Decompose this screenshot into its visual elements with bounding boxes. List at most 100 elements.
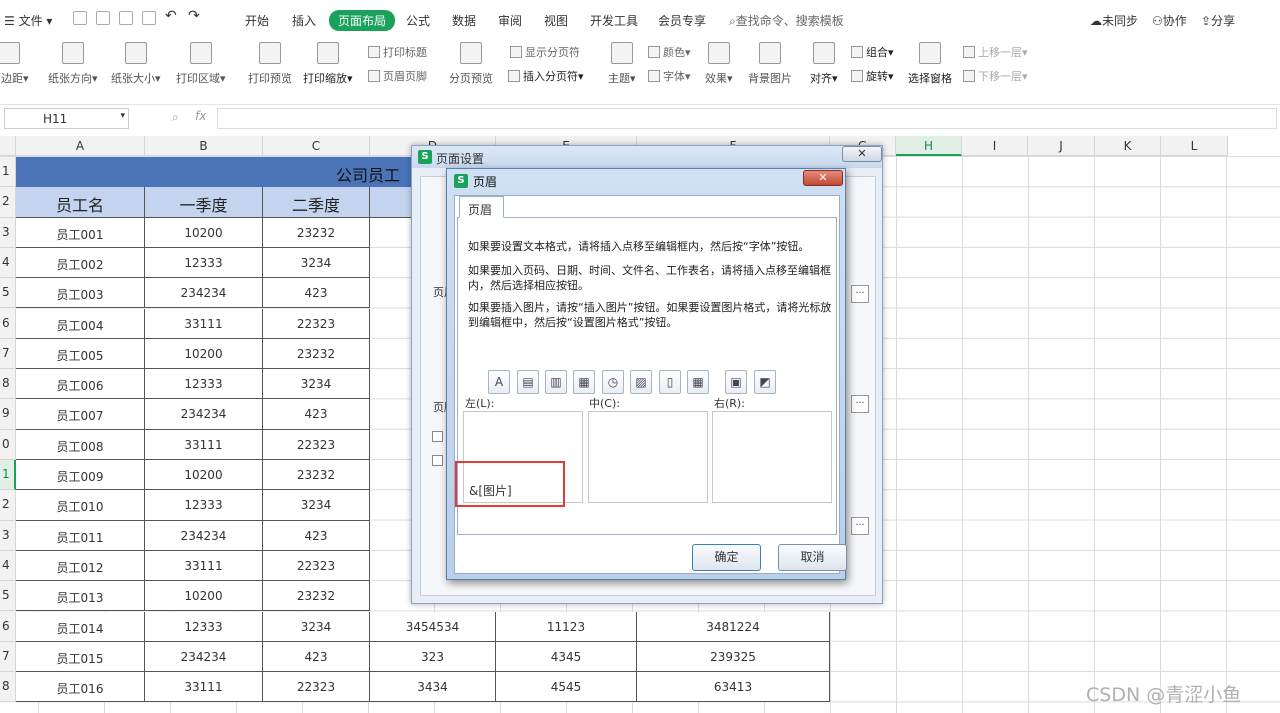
data-cell[interactable]: 423: [263, 520, 370, 551]
data-cell[interactable]: 423: [263, 278, 370, 309]
data-cell[interactable]: 11123: [496, 611, 637, 642]
row-header[interactable]: 4: [0, 247, 16, 279]
corner-cell[interactable]: [0, 136, 16, 156]
data-cell[interactable]: 员工011: [16, 520, 145, 551]
fx-icon[interactable]: fx: [195, 109, 206, 123]
row-header[interactable]: 9: [0, 399, 16, 430]
column-header[interactable]: L: [1161, 136, 1228, 156]
data-cell[interactable]: 10200: [145, 338, 263, 370]
font-button[interactable]: 字体▾: [648, 68, 691, 84]
data-cell[interactable]: 423: [263, 399, 370, 430]
column-header[interactable]: H: [896, 136, 962, 156]
name-box[interactable]: H11 ▾: [4, 108, 129, 129]
data-cell[interactable]: 员工010: [16, 490, 145, 521]
show-page-break-checkbox[interactable]: 显示分页符: [510, 44, 580, 60]
tab-developer[interactable]: 开发工具: [590, 12, 638, 29]
theme-button[interactable]: 主题▾: [608, 42, 636, 86]
insert-page-count-button[interactable]: ▥: [545, 370, 567, 394]
print-area-button[interactable]: 打印区域▾: [176, 42, 226, 86]
header-footer-button[interactable]: 页眉页脚: [368, 68, 427, 84]
row-header[interactable]: 1: [0, 460, 16, 491]
formula-input[interactable]: [217, 108, 1277, 129]
data-cell[interactable]: 33111: [145, 550, 263, 582]
data-cell[interactable]: 员工004: [16, 308, 145, 339]
data-cell[interactable]: 22323: [263, 672, 370, 703]
send-backward-button[interactable]: 下移一层▾: [963, 68, 1028, 84]
data-cell[interactable]: 22323: [263, 308, 370, 339]
data-cell[interactable]: 33111: [145, 672, 263, 703]
header-cell[interactable]: 一季度: [145, 187, 263, 218]
data-cell[interactable]: 3454534: [370, 611, 496, 642]
data-cell[interactable]: 10200: [145, 581, 263, 612]
data-cell[interactable]: 323: [370, 641, 496, 673]
data-cell[interactable]: 3234: [263, 369, 370, 400]
data-cell[interactable]: 423: [263, 641, 370, 673]
data-cell[interactable]: 员工015: [16, 641, 145, 673]
row-header[interactable]: 2: [0, 187, 16, 218]
data-cell[interactable]: 员工005: [16, 338, 145, 370]
orientation-button[interactable]: 纸张方向▾: [48, 42, 98, 86]
search-command[interactable]: ⌕查找命令、搜索模板: [729, 12, 844, 29]
header-dropdown[interactable]: …: [851, 285, 869, 303]
row-header[interactable]: 7: [0, 641, 16, 673]
tab-data[interactable]: 数据: [452, 12, 476, 29]
row-header[interactable]: 3: [0, 520, 16, 551]
data-cell[interactable]: 3234: [263, 247, 370, 279]
data-cell[interactable]: 23232: [263, 581, 370, 612]
header-cell[interactable]: 员工名: [16, 187, 145, 218]
data-cell[interactable]: 3481224: [637, 611, 830, 642]
export-icon[interactable]: [96, 11, 110, 25]
data-cell[interactable]: 234234: [145, 520, 263, 551]
row-header[interactable]: 7: [0, 338, 16, 370]
share-button[interactable]: ⇪分享: [1201, 12, 1235, 29]
data-cell[interactable]: 员工009: [16, 460, 145, 491]
column-header[interactable]: I: [962, 136, 1028, 156]
rotate-button[interactable]: 旋转▾: [851, 68, 894, 84]
font-format-button[interactable]: A: [488, 370, 510, 394]
data-cell[interactable]: 4545: [496, 672, 637, 703]
row-header[interactable]: 0: [0, 429, 16, 460]
tab-home[interactable]: 开始: [245, 12, 269, 29]
background-image-button[interactable]: 背景图片: [748, 42, 792, 86]
data-cell[interactable]: 员工006: [16, 369, 145, 400]
insert-time-button[interactable]: ◷: [602, 370, 624, 394]
data-cell[interactable]: 23232: [263, 338, 370, 370]
custom-button[interactable]: …: [851, 517, 869, 535]
save-icon[interactable]: [73, 11, 87, 25]
insert-path-button[interactable]: ▨: [630, 370, 652, 394]
effects-button[interactable]: 效果▾: [705, 42, 733, 86]
row-header[interactable]: 8: [0, 672, 16, 703]
row-header[interactable]: 6: [0, 308, 16, 339]
preview-icon[interactable]: [142, 11, 156, 25]
undo-icon[interactable]: ↶: [165, 8, 177, 24]
ok-button[interactable]: 确定: [692, 544, 761, 571]
row-header[interactable]: 8: [0, 369, 16, 400]
column-header[interactable]: C: [263, 136, 370, 156]
data-cell[interactable]: 12333: [145, 369, 263, 400]
align-button[interactable]: 对齐▾: [810, 42, 838, 86]
sync-status[interactable]: ☁未同步: [1090, 12, 1138, 29]
group-button[interactable]: 组合▾: [851, 44, 894, 60]
tab-member[interactable]: 会员专享: [658, 12, 706, 29]
data-cell[interactable]: 23232: [263, 217, 370, 248]
tab-formula[interactable]: 公式: [406, 12, 430, 29]
page-break-preview-button[interactable]: 分页预览: [449, 42, 493, 86]
zoom-icon[interactable]: ⌕: [172, 110, 179, 125]
data-cell[interactable]: 员工003: [16, 278, 145, 309]
print-titles-button[interactable]: 打印标题: [368, 44, 427, 60]
tab-insert[interactable]: 插入: [292, 12, 316, 29]
data-cell[interactable]: 员工016: [16, 672, 145, 703]
insert-date-button[interactable]: ▦: [573, 370, 595, 394]
data-cell[interactable]: 员工007: [16, 399, 145, 430]
print-icon[interactable]: [119, 11, 133, 25]
page-setup-close-button[interactable]: ✕: [842, 146, 882, 162]
data-cell[interactable]: 12333: [145, 611, 263, 642]
tab-header[interactable]: 页眉: [459, 196, 504, 218]
footer-dropdown[interactable]: …: [851, 395, 869, 413]
data-cell[interactable]: 3234: [263, 490, 370, 521]
data-cell[interactable]: 员工002: [16, 247, 145, 279]
data-cell[interactable]: 10200: [145, 460, 263, 491]
data-cell[interactable]: 22323: [263, 550, 370, 582]
row-header[interactable]: 6: [0, 611, 16, 642]
data-cell[interactable]: 12333: [145, 490, 263, 521]
